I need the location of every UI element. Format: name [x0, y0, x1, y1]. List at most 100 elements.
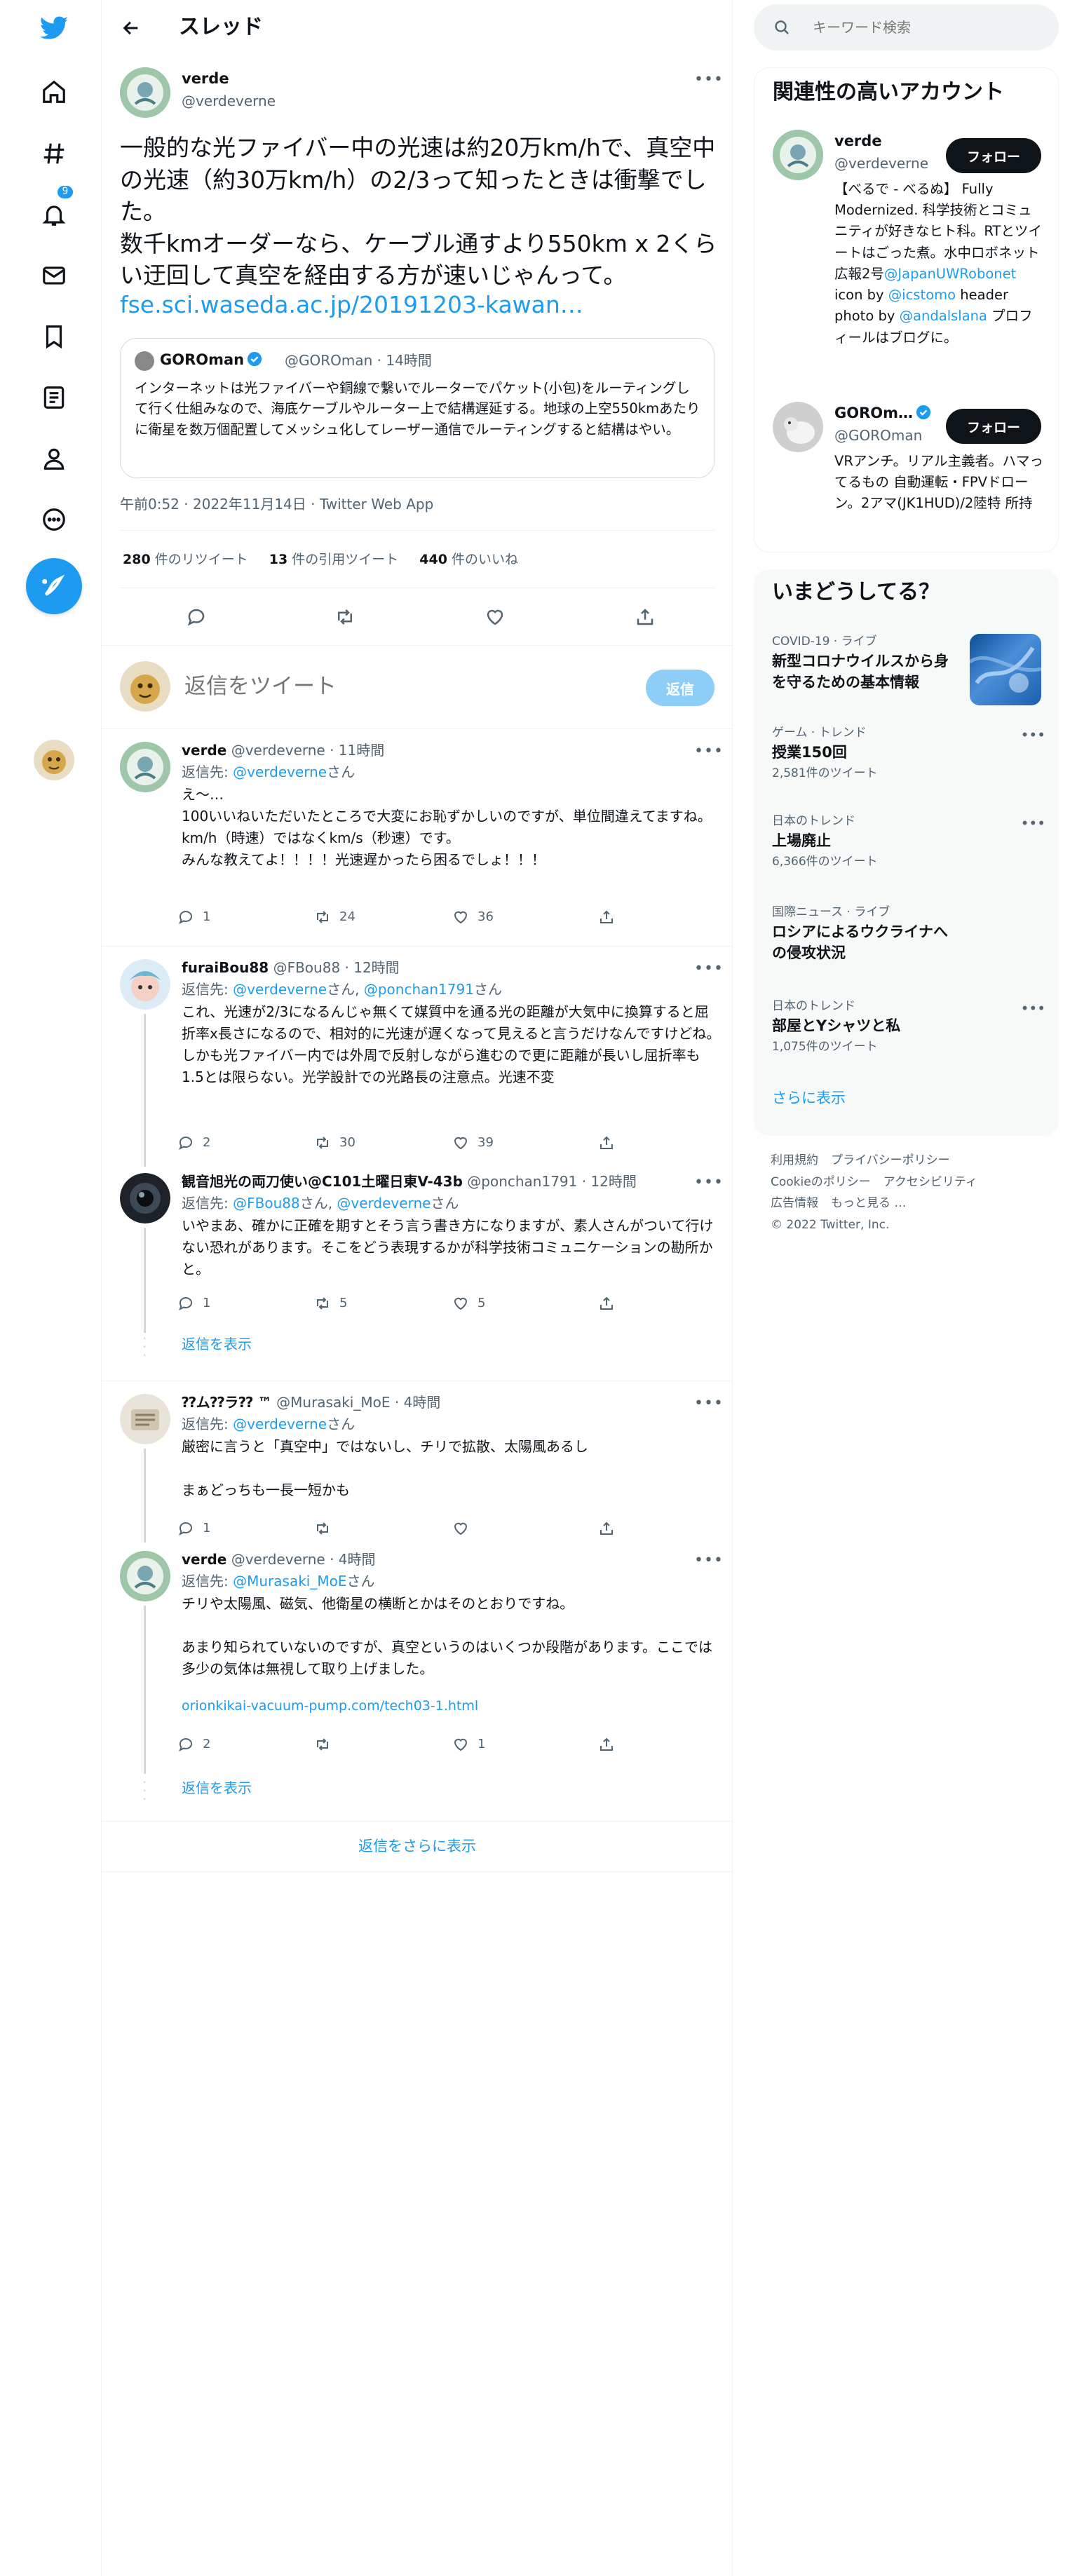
- tweet-timestamp[interactable]: 午前0:52 · 2022年11月14日 · Twitter Web App: [120, 494, 433, 514]
- share-icon[interactable]: [598, 1130, 615, 1155]
- more-options-icon[interactable]: •••: [694, 1548, 723, 1573]
- author-avatar[interactable]: [120, 67, 170, 118]
- quoted-tweet[interactable]: GOROman @GOROman · 14時間 インターネットは光ファイバーや銅…: [120, 338, 714, 478]
- share-icon[interactable]: [628, 599, 663, 635]
- show-more-trends-link[interactable]: さらに表示: [772, 1088, 846, 1109]
- account-avatar[interactable]: [773, 130, 823, 180]
- like-icon[interactable]: 39: [452, 1130, 494, 1155]
- author-name[interactable]: verde: [182, 69, 229, 89]
- share-icon[interactable]: [598, 1516, 615, 1541]
- reply-icon[interactable]: 2: [177, 1732, 210, 1757]
- trend-image[interactable]: [970, 634, 1041, 705]
- trend-item[interactable]: 国際ニュース · ライブ ロシアによるウクライナへの侵攻状況: [772, 904, 1045, 964]
- replying-to: 返信先: @verdeverneさん: [182, 764, 355, 780]
- reply-header: verde @verdeverne · 11時間: [182, 742, 385, 759]
- reply-avatar[interactable]: [120, 1551, 170, 1601]
- trend-item[interactable]: 日本のトレンド 部屋とYシャツと私 1,075件のツイート •••: [772, 998, 1045, 1056]
- account-bio: VRアンチ。リアル主義者。ハマってるもの 自動運転・FPVドローン。2アマ(JK…: [834, 453, 1043, 512]
- show-replies-link[interactable]: 返信を表示: [182, 1778, 252, 1798]
- account-name[interactable]: GOROm…: [834, 403, 931, 423]
- account-handle: @GOROman: [834, 427, 923, 444]
- tweet-link[interactable]: fse.sci.waseda.ac.jp/20191203-kawan…: [120, 289, 583, 321]
- retweet-icon[interactable]: 5: [314, 1291, 347, 1316]
- home-icon[interactable]: [27, 65, 81, 119]
- author-handle[interactable]: @verdeverne: [182, 91, 276, 111]
- reply-input[interactable]: [184, 674, 605, 699]
- messages-icon[interactable]: [27, 248, 81, 303]
- show-more-replies-button[interactable]: 返信をさらに表示: [102, 1822, 733, 1872]
- quote-author-handle: @GOROman · 14時間: [285, 352, 432, 369]
- like-count[interactable]: 440 件のいいね: [419, 550, 518, 569]
- account-avatar[interactable]: [34, 740, 74, 780]
- like-icon[interactable]: 1: [452, 1732, 485, 1757]
- notifications-icon[interactable]: 9: [27, 184, 81, 242]
- reply-avatar[interactable]: [120, 1394, 170, 1444]
- share-icon[interactable]: [598, 904, 615, 930]
- quote-count[interactable]: 13 件の引用ツイート: [269, 550, 399, 569]
- reply-avatar[interactable]: [120, 1173, 170, 1223]
- like-icon[interactable]: [477, 599, 513, 635]
- lists-icon[interactable]: [27, 370, 81, 425]
- reply-tweet[interactable]: 観音旭光の両刀使い@C101土曜日東V-43b @ponchan1791 · 1…: [102, 1167, 733, 1381]
- reply-actions: 2 30 39: [177, 1130, 668, 1155]
- explore-icon[interactable]: [27, 126, 81, 181]
- share-icon[interactable]: [598, 1732, 615, 1757]
- footer-link[interactable]: 広告情報: [771, 1196, 818, 1210]
- profile-icon[interactable]: [27, 431, 81, 486]
- retweet-icon[interactable]: [314, 1516, 339, 1541]
- footer-link[interactable]: アクセシビリティ: [883, 1175, 977, 1189]
- footer-link[interactable]: もっと見る …: [831, 1196, 906, 1210]
- like-icon[interactable]: 36: [452, 904, 494, 930]
- more-options-icon[interactable]: •••: [1021, 998, 1045, 1018]
- retweet-icon[interactable]: [327, 599, 363, 635]
- reply-button[interactable]: 返信: [646, 670, 714, 706]
- follow-button[interactable]: フォロー: [946, 409, 1041, 444]
- like-icon[interactable]: 5: [452, 1291, 485, 1316]
- share-icon[interactable]: [598, 1291, 615, 1316]
- trends-title: いまどうしてる？: [772, 580, 940, 604]
- footer-link[interactable]: プライバシーポリシー: [831, 1153, 950, 1167]
- more-options-icon[interactable]: •••: [694, 1391, 723, 1416]
- more-icon[interactable]: [27, 492, 81, 547]
- footer-link[interactable]: 利用規約: [771, 1153, 818, 1167]
- reply-header: furaiBou88 @FBou88 · 12時間: [182, 959, 400, 976]
- footer-link[interactable]: Cookieのポリシー: [771, 1175, 871, 1189]
- reply-icon[interactable]: 1: [177, 1516, 210, 1541]
- reply-avatar[interactable]: [120, 742, 170, 792]
- reply-icon[interactable]: 2: [177, 1130, 210, 1155]
- reply-icon[interactable]: 1: [177, 1291, 210, 1316]
- more-options-icon[interactable]: •••: [1021, 813, 1045, 833]
- trend-item[interactable]: 日本のトレンド 上場廃止 6,366件のツイート •••: [772, 813, 1045, 871]
- more-options-icon[interactable]: •••: [694, 67, 723, 93]
- retweet-count[interactable]: 280 件のリツイート: [123, 550, 248, 569]
- reply-link[interactable]: orionkikai-vacuum-pump.com/tech03-1.html: [182, 1697, 478, 1716]
- more-options-icon[interactable]: •••: [694, 1170, 723, 1195]
- compose-tweet-button[interactable]: [26, 558, 82, 614]
- retweet-icon[interactable]: 24: [314, 904, 355, 930]
- reply-actions: 1 24 36: [177, 904, 668, 930]
- follow-button[interactable]: フォロー: [946, 138, 1041, 173]
- account-name[interactable]: verde: [834, 131, 882, 151]
- reply-icon[interactable]: [179, 599, 214, 635]
- trend-item[interactable]: ゲーム · トレンド 授業150回 2,581件のツイート •••: [772, 725, 1045, 782]
- reply-icon[interactable]: 1: [177, 904, 210, 930]
- retweet-icon[interactable]: 30: [314, 1130, 355, 1155]
- reply-text: チリや太陽風、磁気、他衛星の横断とかはそのとおりですね。 あまり知られていないの…: [182, 1595, 712, 1677]
- search-input[interactable]: [813, 14, 1044, 41]
- search-bar[interactable]: [754, 4, 1059, 50]
- reply-avatar[interactable]: [120, 959, 170, 1010]
- retweet-icon[interactable]: [314, 1732, 339, 1757]
- thread-line: [144, 1014, 146, 1167]
- reply-tweet[interactable]: verde @verdeverne · 4時間 ••• 返信先: @Murasa…: [102, 1545, 733, 1822]
- bookmarks-icon[interactable]: [27, 309, 81, 364]
- more-options-icon[interactable]: •••: [694, 739, 723, 764]
- more-options-icon[interactable]: •••: [694, 956, 723, 982]
- twitter-logo-icon[interactable]: [27, 1, 81, 56]
- reply-tweet[interactable]: verde @verdeverne · 11時間 ••• 返信先: @verde…: [102, 729, 733, 947]
- back-arrow-icon[interactable]: [116, 13, 147, 43]
- thread-dots: · · ·: [142, 1774, 147, 1808]
- account-avatar[interactable]: [773, 402, 823, 452]
- more-options-icon[interactable]: •••: [1021, 725, 1045, 745]
- show-replies-link[interactable]: 返信を表示: [182, 1334, 252, 1354]
- like-icon[interactable]: [452, 1516, 477, 1541]
